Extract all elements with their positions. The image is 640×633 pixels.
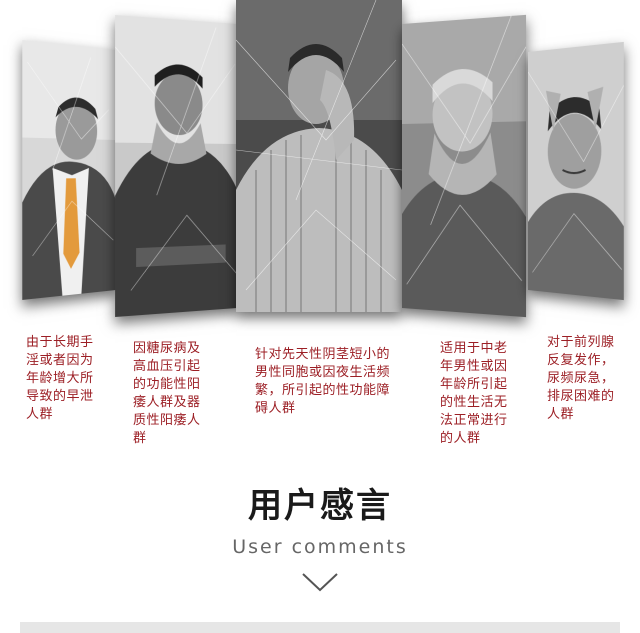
section-subtitle: User comments [0, 536, 640, 558]
caption-2: 因糖尿病及高血压引起的功能性阳痿人群及器质性阳痿人群 [133, 340, 211, 448]
man-head-down-photo [22, 40, 116, 300]
man-hand-on-face-photo [236, 0, 402, 312]
photo-panel-3 [236, 0, 402, 312]
section-title: 用户感言 [0, 478, 640, 527]
photo-panel-2 [115, 15, 237, 317]
photo-panel-4 [402, 15, 526, 317]
caption-3: 针对先天性阴茎短小的男性同胞或因夜生活频繁，所引起的性功能障碍人群 [255, 346, 391, 418]
caption-4: 适用于中老年男性或因年龄所引起的性生活无法正常进行的人群 [440, 340, 518, 448]
photo-panel-5 [528, 42, 624, 300]
bottom-divider-bar [20, 622, 620, 633]
chevron-down-icon [300, 570, 340, 594]
caption-5: 对于前列腺反复发作，尿频尿急，排尿困难的人群 [547, 334, 627, 424]
older-man-hands-on-face-photo [402, 15, 526, 317]
caption-1: 由于长期手淫或者因为年龄增大所导致的早泄人群 [26, 334, 102, 424]
man-chin-on-hands-photo [115, 15, 237, 317]
stage: 由于长期手淫或者因为年龄增大所导致的早泄人群 因糖尿病及高血压引起的功能性阳痿人… [0, 0, 640, 633]
photo-panel-1 [22, 40, 116, 300]
man-grimacing-photo [528, 42, 624, 300]
